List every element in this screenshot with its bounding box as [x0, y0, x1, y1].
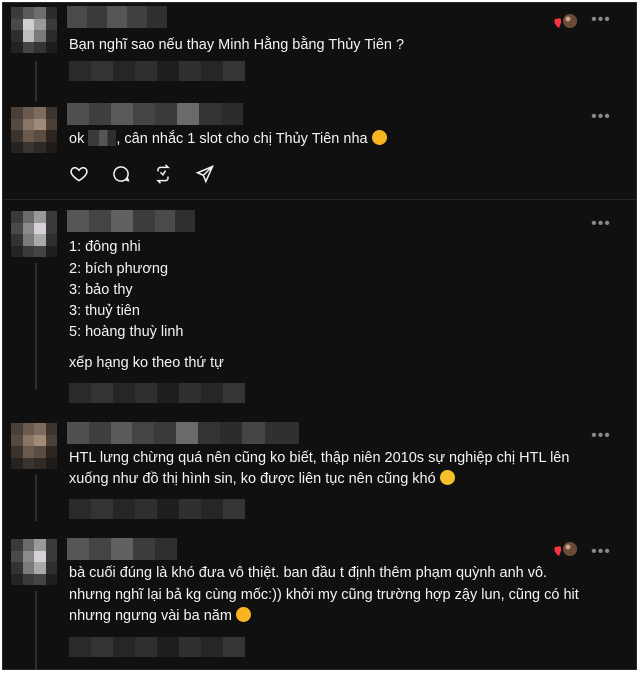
- comment-bubble-icon[interactable]: [111, 164, 131, 184]
- username-redacted[interactable]: [67, 422, 299, 444]
- avatar[interactable]: [11, 539, 57, 585]
- ranking-line: 2: bích phương: [69, 261, 169, 277]
- heart-icon[interactable]: [69, 164, 89, 184]
- ranking-line: 1: đông nhi: [69, 239, 141, 255]
- comment-note: xếp hạng ko theo thứ tự: [69, 355, 224, 371]
- action-bar: [69, 164, 215, 184]
- rolling-laughing-emoji: [235, 607, 251, 622]
- comment-text: Bạn nghĩ sao nếu thay Minh Hằng bằng Thủ…: [69, 37, 405, 53]
- divider: [3, 199, 636, 200]
- more-options-icon[interactable]: •••: [591, 216, 611, 232]
- squinting-tongue-emoji: [371, 130, 387, 145]
- comment-text: nhưng nghĩ lại bả kg cùng mốc:)) khởi my…: [69, 587, 579, 603]
- username-redacted[interactable]: [67, 538, 177, 560]
- avatar[interactable]: [11, 423, 57, 469]
- redacted-content: [69, 61, 245, 81]
- more-options-icon[interactable]: •••: [591, 12, 611, 28]
- thread-connector: [35, 263, 37, 389]
- crying-face-emoji: [439, 470, 455, 485]
- comment-text: bà cuối đúng là khó đưa vô thiệt. ban đầ…: [69, 565, 548, 581]
- more-options-icon[interactable]: •••: [591, 428, 611, 444]
- avatar[interactable]: [11, 7, 57, 53]
- comment-text: xuống như đồ thị hình sin, ko được liên …: [69, 469, 455, 490]
- avatar[interactable]: [11, 107, 57, 153]
- avatar[interactable]: [11, 211, 57, 257]
- liked-by-author-badge: [553, 540, 579, 560]
- redacted-content: [69, 383, 245, 403]
- redacted-content: [69, 499, 245, 519]
- ranking-line: 3: bảo thy: [69, 282, 133, 298]
- comment-text: HTL lưng chừng quá nên cũng ko biết, thậ…: [69, 450, 570, 466]
- thread-connector: [35, 61, 37, 101]
- ranking-line: 5: hoàng thuỳ linh: [69, 324, 184, 340]
- thread-connector: [35, 475, 37, 521]
- send-icon[interactable]: [195, 164, 215, 184]
- more-options-icon[interactable]: •••: [591, 109, 611, 125]
- more-options-icon[interactable]: •••: [591, 544, 611, 560]
- ranking-line: 3: thuỷ tiên: [69, 303, 140, 319]
- redacted-content: [69, 637, 245, 657]
- username-redacted[interactable]: [67, 103, 253, 125]
- liked-by-author-badge: [553, 12, 579, 32]
- comment-text: nhưng ngưng vài ba năm: [69, 606, 251, 627]
- thread-panel: ••• Bạn nghĩ sao nếu thay Minh Hằng bằng…: [2, 2, 637, 670]
- comment-text: ok , cân nhắc 1 slot cho chị Thủy Tiên n…: [69, 129, 387, 150]
- redacted-mention: [88, 130, 117, 146]
- thread-connector: [35, 591, 37, 669]
- username-redacted[interactable]: [67, 210, 195, 232]
- username-redacted[interactable]: [67, 6, 167, 28]
- repost-icon[interactable]: [153, 164, 173, 184]
